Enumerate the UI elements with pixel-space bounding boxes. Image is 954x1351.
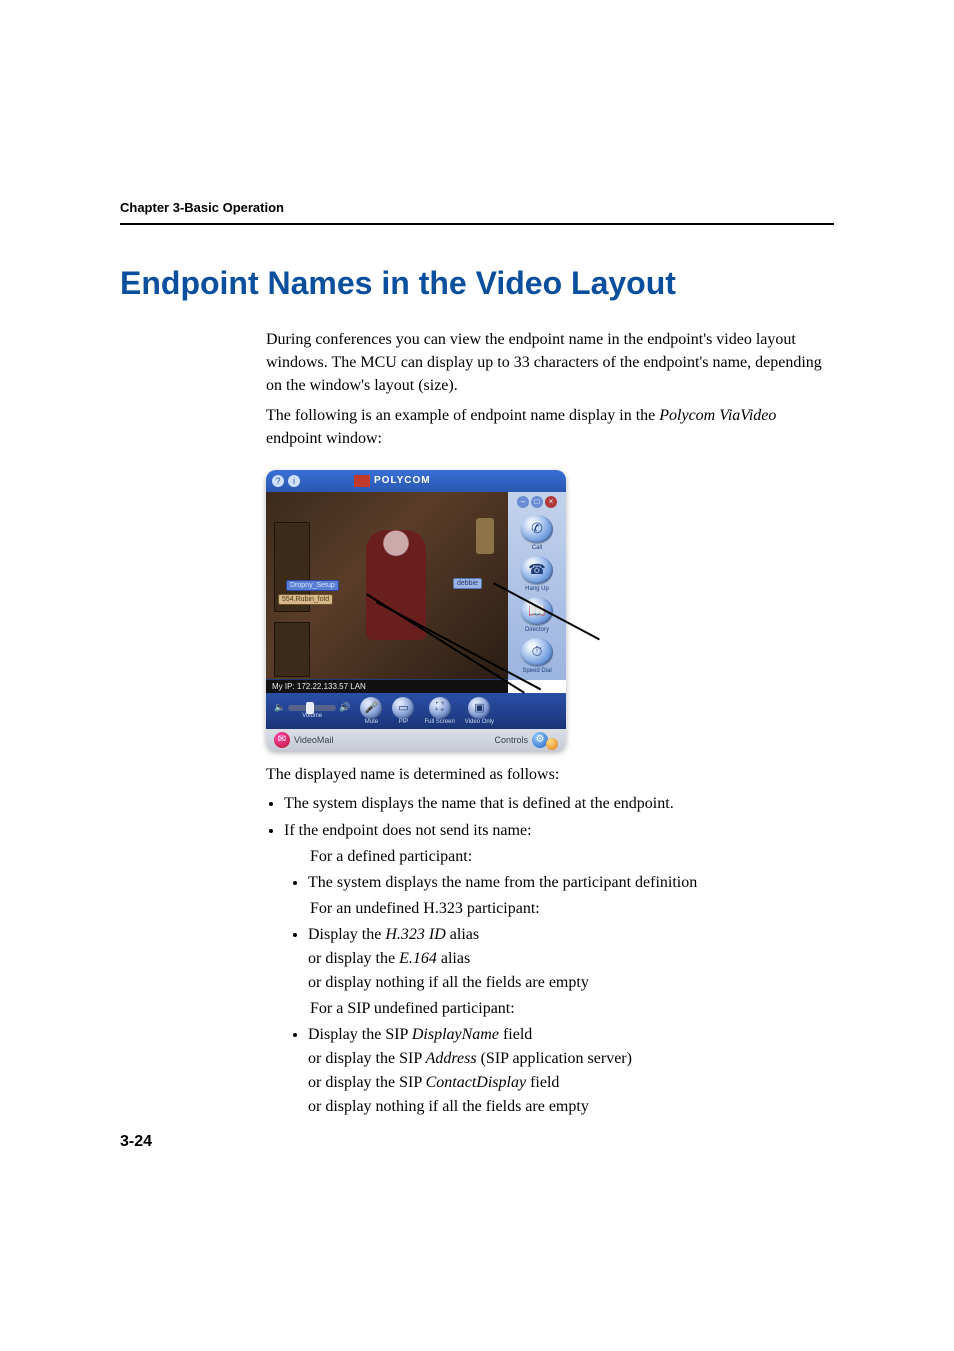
text-italic: E.164 [399, 950, 437, 967]
speaker-icon: 🔈 [274, 702, 285, 713]
minimize-icon: – [517, 496, 529, 508]
polycom-logo-icon [354, 475, 370, 487]
videoonly-icon: ▣ [468, 697, 490, 719]
page-title: Endpoint Names in the Video Layout [120, 265, 834, 302]
help-icon: ? [272, 475, 284, 487]
or-line: or display the E.164 alias [308, 947, 834, 971]
info-icon: i [288, 475, 300, 487]
list-item: Display the H.323 ID alias or display th… [308, 923, 834, 995]
text-italic: ContactDisplay [426, 1074, 526, 1091]
endpoint-name-label: debbie [453, 578, 482, 589]
chapter-header: Chapter 3-Basic Operation [120, 200, 834, 215]
bottom-controls: 🔈 🔊 Volume 🎤 Mute ▭ PIP [266, 693, 566, 729]
text: alias [437, 950, 470, 967]
text: field [526, 1074, 559, 1091]
text: endpoint window: [266, 430, 382, 447]
footer-label: VideoMail [294, 735, 333, 745]
endpoint-name-label: 554.Rubin_fold [278, 594, 333, 605]
text: field [499, 1026, 532, 1043]
sidebar: – □ × ✆ Call ☎ Hang Up 📖 Directory ⏱ Spe [508, 492, 566, 680]
paragraph: The following is an example of endpoint … [266, 404, 834, 450]
text-italic: Address [426, 1050, 477, 1067]
volume-slider [288, 705, 336, 711]
sub-heading: For an undefined H.323 participant: [310, 897, 834, 921]
sidebar-label: Directory [525, 627, 549, 633]
text: or display the SIP [308, 1050, 426, 1067]
controls-sub-icon [546, 738, 558, 750]
list-item: If the endpoint does not send its name: … [284, 819, 834, 1119]
pip-icon: ▭ [392, 697, 414, 719]
fullscreen-icon: ⛶ [429, 697, 451, 719]
video-scene-element [274, 622, 310, 677]
videoonly-control: ▣ Video Only [465, 697, 494, 725]
text-italic: Polycom ViaVideo [659, 407, 776, 424]
control-label: Video Only [465, 719, 494, 725]
text: alias [446, 926, 479, 943]
video-scene-element [476, 518, 494, 554]
ip-status: My IP: 172.22.133.57 LAN [266, 680, 508, 693]
speaker-loud-icon: 🔊 [339, 702, 350, 713]
divider [120, 223, 834, 225]
mute-icon: 🎤 [360, 697, 382, 719]
titlebar: ? i POLYCOM [266, 470, 566, 492]
fullscreen-control: ⛶ Full Screen [424, 697, 454, 725]
polycom-window: ? i POLYCOM Dropny_Setup [266, 470, 566, 751]
list-item: Display the SIP DisplayName field or dis… [308, 1023, 834, 1119]
sub-heading: For a defined participant: [310, 845, 834, 869]
close-icon: × [545, 496, 557, 508]
sidebar-label: Speed Dial [522, 668, 551, 674]
footer-label: Controls [494, 735, 528, 745]
sidebar-label: Hang Up [525, 586, 549, 592]
or-line: or display nothing if all the fields are… [308, 1095, 834, 1119]
volume-control: 🔈 🔊 Volume [274, 702, 350, 719]
text: or display the [308, 950, 399, 967]
text: Display the [308, 926, 385, 943]
list-item: The system displays the name that is def… [284, 792, 834, 816]
footer: ✉ VideoMail Controls ⚙ [266, 729, 566, 751]
text: Display the SIP [308, 1026, 412, 1043]
text-italic: DisplayName [412, 1026, 499, 1043]
text: If the endpoint does not send its name: [284, 822, 532, 839]
or-line: or display nothing if all the fields are… [308, 971, 834, 995]
figure: ? i POLYCOM Dropny_Setup [266, 470, 566, 751]
sidebar-label: Call [532, 545, 542, 551]
call-icon: ✆ [521, 515, 553, 543]
maximize-icon: □ [531, 496, 543, 508]
hangup-icon: ☎ [521, 556, 553, 584]
speeddial-icon: ⏱ [521, 638, 553, 666]
videomail-icon: ✉ [274, 732, 290, 748]
sub-heading: For a SIP undefined participant: [310, 997, 834, 1021]
text: or display the SIP [308, 1074, 426, 1091]
control-label: PIP [399, 719, 409, 725]
text: (SIP application server) [477, 1050, 632, 1067]
paragraph: The displayed name is determined as foll… [266, 763, 834, 786]
paragraph: During conferences you can view the endp… [266, 328, 834, 398]
or-line: or display the SIP Address (SIP applicat… [308, 1047, 834, 1071]
endpoint-name-label: Dropny_Setup [286, 580, 339, 591]
or-line: or display the SIP ContactDisplay field [308, 1071, 834, 1095]
control-label: Volume [302, 713, 322, 719]
window-title: POLYCOM [374, 475, 431, 486]
page-number: 3-24 [120, 1133, 152, 1151]
control-label: Mute [365, 719, 378, 725]
list-item: The system displays the name from the pa… [308, 871, 834, 895]
control-label: Full Screen [424, 719, 454, 725]
pip-control: ▭ PIP [392, 697, 414, 725]
text-italic: H.323 ID [385, 926, 445, 943]
text: The following is an example of endpoint … [266, 407, 659, 424]
mute-control: 🎤 Mute [360, 697, 382, 725]
